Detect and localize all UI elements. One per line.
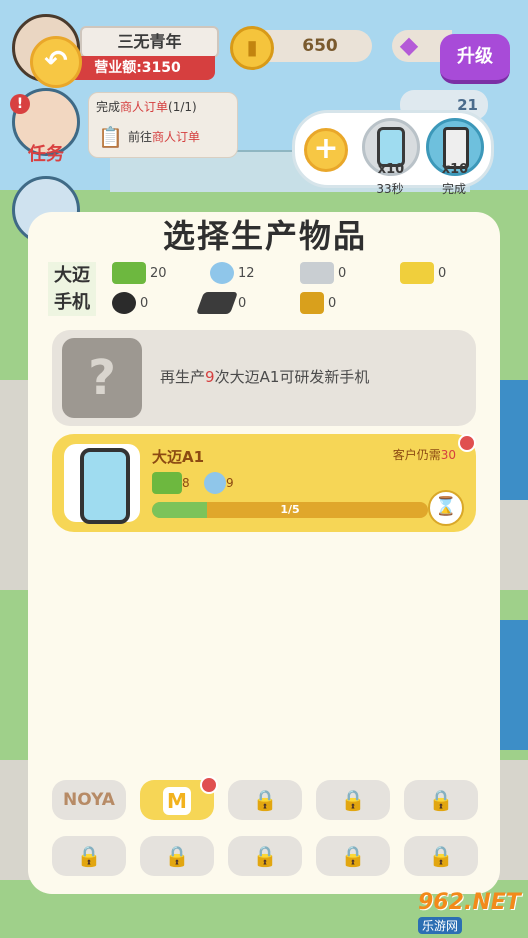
speedup-button[interactable]: ⌛ <box>428 490 464 526</box>
material-count: 20 <box>150 265 167 281</box>
chip-module-icon <box>300 262 334 284</box>
requirement-circuit-board: 8 <box>152 472 190 494</box>
coin-value: 650 <box>302 36 338 56</box>
research-hint: 再生产9次大迈A1可研发新手机 <box>160 368 370 386</box>
material-count: 0 <box>328 295 337 311</box>
panel-title: 选择生产物品 <box>162 217 367 255</box>
watermark: 962.NET 乐游网 <box>418 890 528 934</box>
brand-tab-locked[interactable]: 🔒 <box>228 836 302 876</box>
brand-tab-m[interactable]: M <box>140 776 218 820</box>
notification-dot <box>200 776 218 794</box>
screen-panel-icon <box>195 292 239 314</box>
material-count: 0 <box>140 295 149 311</box>
phone-icon <box>377 127 405 167</box>
queue-slot-2-status: 完成 <box>441 182 466 196</box>
lock-icon: 🔒 <box>252 788 278 812</box>
player-name: 三无青年 <box>80 26 219 58</box>
brand-tab-locked[interactable]: 🔒 <box>316 836 390 876</box>
queue-slot-2-count: x10 <box>441 162 469 177</box>
task-label[interactable]: 任务 <box>22 140 70 166</box>
revenue-label: 营业额:3150 <box>60 56 215 80</box>
material-chip-module: 0 <box>300 262 346 286</box>
material-count: 0 <box>238 295 247 311</box>
lock-icon: 🔒 <box>428 844 454 868</box>
hourglass-icon: ⌛ <box>434 496 458 517</box>
watermark-sub: 乐游网 <box>418 917 463 934</box>
lock-icon: 🔒 <box>340 788 366 812</box>
brand-tab-locked[interactable]: 🔒 <box>140 836 214 876</box>
back-arrow-icon: ↶ <box>44 44 68 77</box>
material-worker: 12 <box>210 262 255 286</box>
unknown-phone-icon: ? <box>62 338 142 418</box>
clipboard-icon: 📋 <box>98 125 123 149</box>
circuit-board-icon <box>112 262 146 284</box>
queue-slot-1-count: x10 <box>377 162 405 177</box>
requirement-count: 8 <box>182 476 190 490</box>
camera-lens-icon <box>112 292 136 314</box>
progress-text: 1/5 <box>280 503 300 516</box>
requirement-worker: 9 <box>204 472 234 494</box>
lock-icon: 🔒 <box>164 844 190 868</box>
material-count: 12 <box>238 265 255 281</box>
worker-icon <box>210 262 234 284</box>
processor-chip-icon <box>300 292 324 314</box>
antenna-icon <box>400 262 434 284</box>
queue-add-button[interactable]: + <box>304 128 348 172</box>
requirement-count: 9 <box>226 476 234 490</box>
brand-tab-locked[interactable]: 🔒 <box>316 780 390 820</box>
lock-icon: 🔒 <box>428 788 454 812</box>
lock-icon: 🔒 <box>76 844 102 868</box>
lock-icon: 🔒 <box>252 844 278 868</box>
product-name: 大迈A1 <box>152 448 205 466</box>
material-count: 0 <box>438 265 447 281</box>
brand-tab-noya[interactable]: NOYA <box>52 780 126 820</box>
worker-icon <box>204 472 226 494</box>
lock-icon: 🔒 <box>340 844 366 868</box>
brand-tab-locked[interactable]: 🔒 <box>52 836 126 876</box>
task-alert-icon: ! <box>10 94 30 114</box>
upgrade-button[interactable]: 升级 <box>440 34 510 84</box>
material-antenna: 0 <box>400 262 446 286</box>
brand-tab-locked[interactable]: 🔒 <box>228 780 302 820</box>
queue-slot-1-time: 33秒 <box>376 182 404 196</box>
brand-tab-label: M <box>163 786 191 815</box>
brand-tab-label: NOYA <box>63 790 115 810</box>
material-count: 0 <box>338 265 347 281</box>
brand-label: 大迈 手机 <box>48 262 96 316</box>
watermark-logo: 962.NET <box>418 890 521 915</box>
brand-label-line-2: 手机 <box>54 292 90 313</box>
back-button[interactable]: ↶ <box>30 36 82 88</box>
material-circuit-board: 20 <box>112 262 167 286</box>
phone-icon <box>80 448 130 524</box>
coin-icon: ▮ <box>230 26 274 70</box>
material-camera-lens: 0 <box>112 292 148 316</box>
material-screen-panel: 0 <box>195 292 247 316</box>
brand-tab-locked[interactable]: 🔒 <box>404 836 478 876</box>
material-processor-chip: 0 <box>300 292 336 316</box>
task-line-2[interactable]: 前往商人订单 <box>128 128 268 148</box>
task-line-1: 完成商人订单(1/1) <box>96 100 197 114</box>
brand-tab-locked[interactable]: 🔒 <box>404 780 478 820</box>
brand-label-line-1: 大迈 <box>54 265 90 286</box>
circuit-board-icon <box>152 472 182 494</box>
customer-demand: 客户仍需30 <box>392 448 456 462</box>
gem-icon: ◆ <box>399 31 419 59</box>
notification-dot <box>458 434 476 452</box>
